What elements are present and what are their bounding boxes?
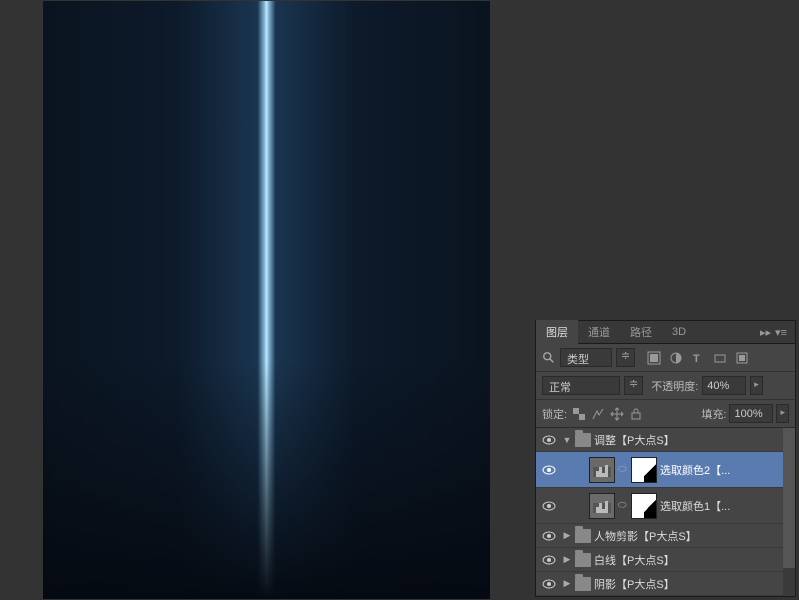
blend-mode-dropdown[interactable]: 正常 <box>542 376 620 395</box>
visibility-toggle[interactable] <box>539 465 559 475</box>
filter-smart-icon[interactable] <box>735 351 749 365</box>
filter-shape-icon[interactable] <box>713 351 727 365</box>
layer-adjustment-color1[interactable]: ⬭ 选取颜色1【... <box>536 488 795 524</box>
blend-row: 正常 ≑ 不透明度: ▸ <box>536 372 795 400</box>
panel-tabs: 图层 通道 路径 3D ▸▸ ▾≡ <box>536 321 795 344</box>
filter-type-dropdown[interactable]: 类型 <box>560 348 612 367</box>
blend-mode-arrow[interactable]: ≑ <box>624 376 643 395</box>
layer-label[interactable]: 人物剪影【P大点S】 <box>594 528 697 544</box>
layer-label[interactable]: 阴影【P大点S】 <box>594 576 675 592</box>
visibility-toggle[interactable] <box>539 579 559 589</box>
panel-menu[interactable]: ▸▸ ▾≡ <box>752 326 795 339</box>
layer-adjustment-color2[interactable]: ⬭ 选取颜色2【... <box>536 452 795 488</box>
folder-icon <box>575 529 591 543</box>
adjustment-thumbnail[interactable] <box>589 493 615 519</box>
collapse-icon[interactable]: ▸▸ <box>760 326 771 339</box>
disclosure-triangle[interactable]: ▶ <box>562 578 572 589</box>
lock-transparent-icon[interactable] <box>572 407 586 421</box>
layer-list: ▼ 调整【P大点S】 ⬭ 选取颜色2【... ⬭ 选取颜色1【... ▶ 人物剪… <box>536 428 795 596</box>
filter-row: 类型 ≑ T <box>536 344 795 372</box>
filter-icons: T <box>647 351 749 365</box>
scrollbar-track[interactable] <box>783 428 795 596</box>
tab-3d[interactable]: 3D <box>662 322 696 342</box>
folder-icon <box>575 553 591 567</box>
layer-group-shadow[interactable]: ▶ 阴影【P大点S】 <box>536 572 795 596</box>
mask-thumbnail[interactable] <box>631 457 657 483</box>
visibility-toggle[interactable] <box>539 501 559 511</box>
fill-input[interactable] <box>729 404 773 423</box>
filter-type-arrow[interactable]: ≑ <box>616 348 635 367</box>
opacity-label: 不透明度: <box>651 378 698 394</box>
tab-channels[interactable]: 通道 <box>578 320 620 344</box>
canvas-area[interactable] <box>0 0 533 600</box>
disclosure-triangle[interactable]: ▶ <box>562 530 572 541</box>
lock-all-icon[interactable] <box>629 407 643 421</box>
layer-label[interactable]: 选取颜色2【... <box>660 462 730 478</box>
lock-position-icon[interactable] <box>610 407 624 421</box>
tab-layers[interactable]: 图层 <box>536 320 578 344</box>
filter-pixel-icon[interactable] <box>647 351 661 365</box>
svg-text:T: T <box>693 353 700 365</box>
disclosure-triangle[interactable]: ▼ <box>562 435 572 445</box>
visibility-toggle[interactable] <box>539 555 559 565</box>
layer-group-whiteline[interactable]: ▶ 白线【P大点S】 <box>536 548 795 572</box>
layer-group-silhouette[interactable]: ▶ 人物剪影【P大点S】 <box>536 524 795 548</box>
adjustment-thumbnail[interactable] <box>589 457 615 483</box>
lock-row: 锁定: 填充: ▸ <box>536 400 795 428</box>
mask-thumbnail[interactable] <box>631 493 657 519</box>
folder-icon <box>575 577 591 591</box>
layers-panel: 图层 通道 路径 3D ▸▸ ▾≡ 类型 ≑ T 正常 ≑ 不透明度: ▸ 锁定… <box>535 320 796 597</box>
layer-group-adjust[interactable]: ▼ 调整【P大点S】 <box>536 428 795 452</box>
visibility-toggle[interactable] <box>539 435 559 445</box>
opacity-stepper[interactable]: ▸ <box>750 376 763 395</box>
lock-icons <box>572 407 643 421</box>
fill-label: 填充: <box>701 406 726 422</box>
document-canvas[interactable] <box>43 1 490 599</box>
lock-pixels-icon[interactable] <box>591 407 605 421</box>
layer-label[interactable]: 白线【P大点S】 <box>594 552 675 568</box>
disclosure-triangle[interactable]: ▶ <box>562 554 572 565</box>
filter-type-icon[interactable]: T <box>691 351 705 365</box>
visibility-toggle[interactable] <box>539 531 559 541</box>
scrollbar-thumb[interactable] <box>783 428 795 568</box>
link-icon[interactable]: ⬭ <box>618 500 628 511</box>
folder-icon <box>575 433 591 447</box>
layer-label[interactable]: 调整【P大点S】 <box>594 432 675 448</box>
tab-paths[interactable]: 路径 <box>620 320 662 344</box>
layer-label[interactable]: 选取颜色1【... <box>660 498 730 514</box>
opacity-input[interactable] <box>702 376 746 395</box>
search-icon[interactable] <box>542 351 556 365</box>
filter-adjustment-icon[interactable] <box>669 351 683 365</box>
fill-stepper[interactable]: ▸ <box>776 404 789 423</box>
lock-label: 锁定: <box>542 406 567 422</box>
link-icon[interactable]: ⬭ <box>618 464 628 475</box>
menu-icon[interactable]: ▾≡ <box>775 326 787 339</box>
